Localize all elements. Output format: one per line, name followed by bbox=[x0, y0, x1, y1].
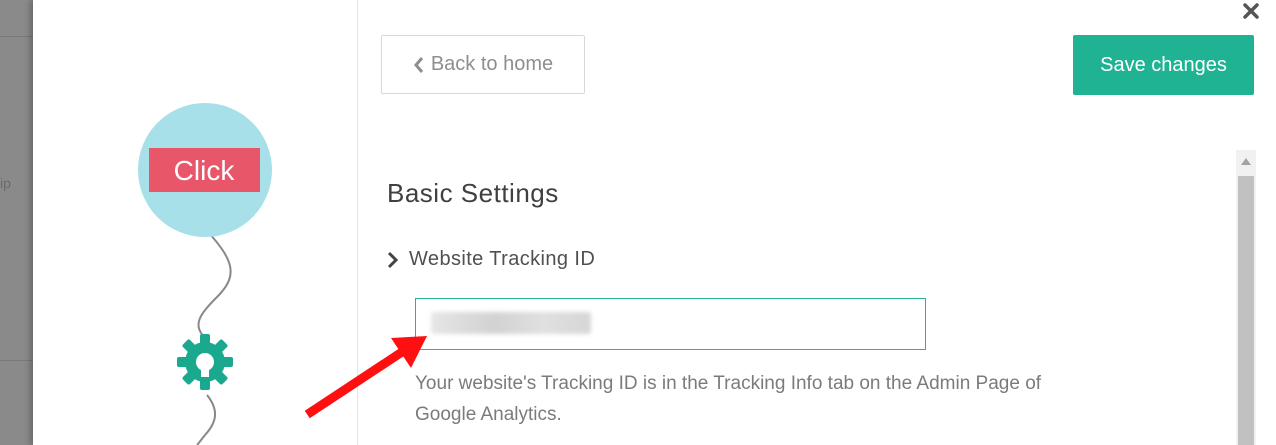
backdrop-text: ip bbox=[0, 175, 11, 191]
save-button-label: Save changes bbox=[1100, 53, 1227, 76]
close-icon[interactable] bbox=[1242, 2, 1260, 20]
flow-diagram: Click bbox=[138, 103, 272, 445]
tracking-id-input[interactable] bbox=[415, 298, 926, 350]
close-button[interactable] bbox=[1240, 0, 1262, 22]
scroll-up-button[interactable] bbox=[1236, 150, 1256, 172]
tracking-id-toggle[interactable]: Website Tracking ID bbox=[387, 248, 595, 271]
click-step-label: Click bbox=[174, 155, 236, 186]
scrollbar-thumb[interactable] bbox=[1238, 176, 1254, 445]
flow-connector bbox=[197, 232, 232, 341]
tracking-id-label: Website Tracking ID bbox=[409, 248, 596, 270]
tracking-id-help-text: Your website's Tracking ID is in the Tra… bbox=[415, 373, 1042, 425]
scrollbar[interactable] bbox=[1236, 150, 1256, 445]
section-title: Basic Settings bbox=[387, 178, 559, 208]
page-backdrop: ip bbox=[0, 0, 33, 445]
flow-connector bbox=[196, 394, 216, 445]
chevron-right-icon bbox=[387, 251, 399, 268]
back-button-label: Back to home bbox=[430, 53, 554, 75]
back-to-home-button[interactable]: Back to home bbox=[381, 35, 585, 94]
gear-icon bbox=[177, 334, 233, 390]
caret-up-icon bbox=[1241, 157, 1251, 165]
settings-modal: Click Back to home Save changes Basic Se… bbox=[33, 0, 1276, 445]
annotation-arrow bbox=[305, 336, 427, 419]
chevron-left-icon bbox=[413, 56, 423, 73]
backdrop-divider bbox=[0, 36, 33, 37]
backdrop-divider bbox=[0, 360, 33, 361]
save-changes-button[interactable]: Save changes bbox=[1073, 35, 1254, 95]
